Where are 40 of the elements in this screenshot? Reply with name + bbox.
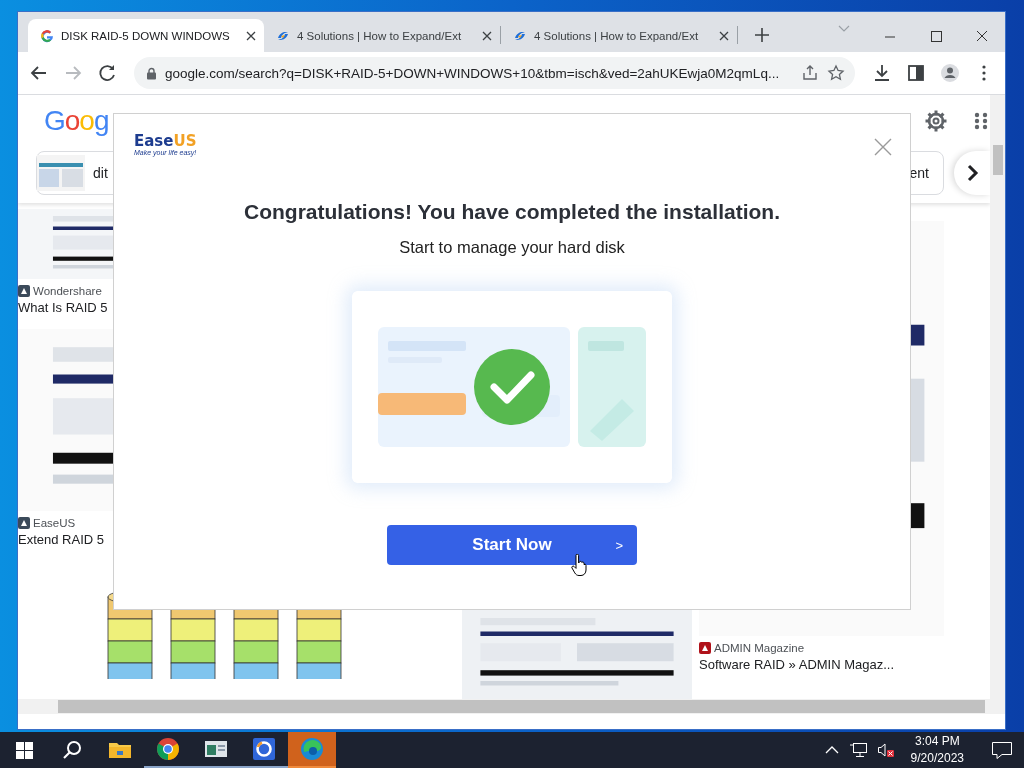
window-app-icon bbox=[204, 739, 228, 759]
start-now-button[interactable]: Start Now > bbox=[387, 525, 637, 565]
close-icon[interactable] bbox=[246, 30, 256, 41]
chevron-right-icon[interactable] bbox=[954, 151, 990, 195]
google-icon bbox=[40, 28, 54, 43]
apps-icon[interactable] bbox=[974, 112, 988, 130]
star-icon[interactable] bbox=[827, 64, 845, 82]
edge-icon bbox=[300, 737, 324, 761]
clock[interactable]: 3:04 PM 9/20/2023 bbox=[904, 733, 970, 767]
chrome-icon bbox=[156, 737, 180, 761]
address-bar[interactable]: google.com/search?q=DISK+RAID-5+DOWN+WINDOWS+10&tbm=isch&ved=2ahUKEwja0M2qmLq... bbox=[134, 57, 855, 89]
dialog-subheading: Start to manage your hard disk bbox=[399, 238, 625, 257]
result-title[interactable]: Software RAID » ADMIN Magaz... bbox=[699, 657, 944, 672]
search-icon bbox=[62, 740, 82, 760]
clock-date: 9/20/2023 bbox=[910, 750, 964, 767]
result-source: ADMIN Magazine bbox=[714, 642, 805, 654]
site-icon bbox=[699, 642, 711, 654]
browser-tab[interactable]: DISK RAID-5 DOWN WINDOWS bbox=[28, 19, 264, 52]
lock-icon bbox=[146, 66, 157, 80]
ring-app-icon bbox=[252, 737, 276, 761]
muted-speaker-icon[interactable] bbox=[876, 742, 895, 758]
settings-icon[interactable] bbox=[924, 109, 948, 133]
dialog-heading: Congratulations! You have completed the installation. bbox=[244, 200, 780, 224]
chevron-up-icon[interactable] bbox=[824, 745, 839, 755]
windows-icon bbox=[15, 741, 33, 759]
scrollbar[interactable] bbox=[990, 95, 1005, 699]
close-icon[interactable] bbox=[719, 30, 729, 41]
network-icon[interactable] bbox=[848, 742, 867, 758]
result-source: EaseUS bbox=[33, 517, 76, 529]
clock-time: 3:04 PM bbox=[914, 733, 960, 750]
scrollbar[interactable] bbox=[18, 699, 1005, 714]
google-logo[interactable]: Goog bbox=[44, 105, 109, 137]
close-icon[interactable] bbox=[482, 30, 492, 41]
result-source: Wondershare bbox=[33, 285, 102, 297]
folder-icon bbox=[108, 740, 132, 760]
browser-tab[interactable]: 4 Solutions | How to Expand/Ext bbox=[501, 19, 737, 52]
browser-tab[interactable]: 4 Solutions | How to Expand/Ext bbox=[264, 19, 500, 52]
share-icon[interactable] bbox=[801, 64, 819, 82]
hand-cursor-icon bbox=[571, 554, 587, 576]
brand-logo: EaseUS bbox=[134, 134, 197, 149]
